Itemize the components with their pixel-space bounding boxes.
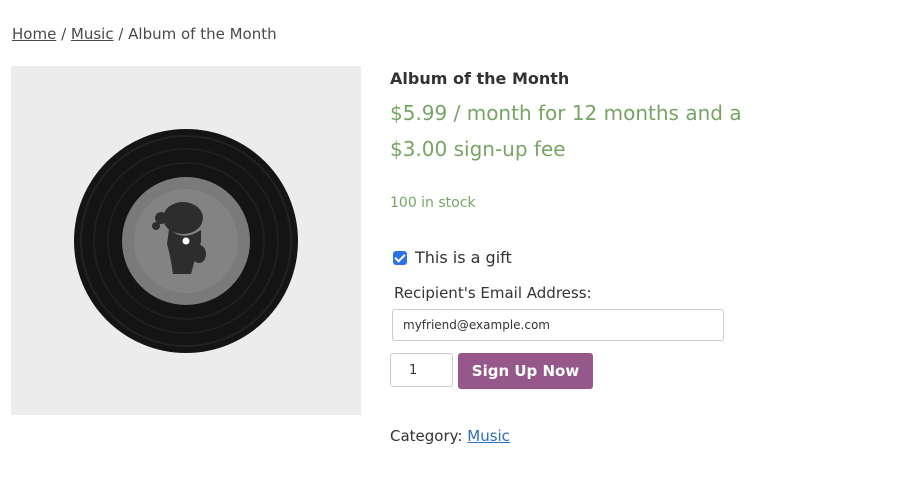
- breadcrumb: Home / Music / Album of the Month: [12, 25, 277, 43]
- product-price: $5.99 / month for 12 months and a $3.00 …: [390, 101, 742, 161]
- product-title: Album of the Month: [390, 69, 570, 88]
- breadcrumb-separator: /: [113, 25, 129, 43]
- product-image[interactable]: [11, 66, 361, 415]
- vinyl-record-icon: [74, 129, 298, 353]
- breadcrumb-current: Album of the Month: [128, 25, 277, 43]
- gift-checkbox-label[interactable]: This is a gift: [415, 248, 512, 267]
- gift-option[interactable]: This is a gift: [393, 248, 512, 267]
- product-category: Category: Music: [390, 427, 510, 445]
- quantity-input[interactable]: [390, 353, 453, 387]
- breadcrumb-home-link[interactable]: Home: [12, 25, 56, 43]
- recipient-email-field[interactable]: myfriend@example.com: [392, 309, 724, 341]
- category-music-link[interactable]: Music: [467, 427, 510, 445]
- stock-status: 100 in stock: [390, 195, 476, 211]
- breadcrumb-separator: /: [56, 25, 71, 43]
- sign-up-button[interactable]: Sign Up Now: [458, 353, 593, 389]
- gift-checkbox[interactable]: [393, 250, 407, 265]
- breadcrumb-music-link[interactable]: Music: [71, 25, 114, 43]
- recipient-email-label: Recipient's Email Address:: [394, 284, 592, 302]
- category-label: Category:: [390, 427, 468, 445]
